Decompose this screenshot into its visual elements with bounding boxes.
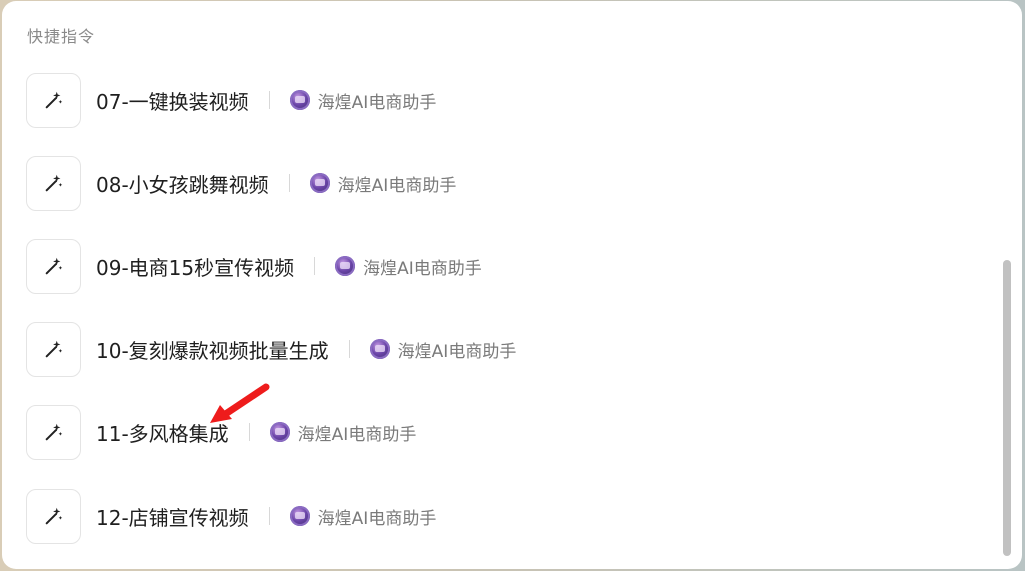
author-name: 海煌AI电商助手 [317, 508, 437, 529]
author: 海煌AI电商助手 [289, 88, 437, 113]
author-name: 海煌AI电商助手 [297, 424, 417, 445]
item-title: 10-复刻爆款视频批量生成 [96, 338, 329, 363]
section-title: 快捷指令 [27, 27, 96, 46]
magic-wand-icon [26, 155, 81, 211]
avatar [269, 422, 290, 442]
author: 海煌AI电商助手 [289, 504, 437, 529]
author: 海煌AI电商助手 [369, 337, 517, 362]
author-name: 海煌AI电商助手 [363, 258, 482, 279]
list-item[interactable]: 08-小女孩跳舞视频 海煌AI电商助手 [26, 154, 456, 212]
divider [268, 507, 270, 525]
avatar [289, 90, 310, 110]
shortcuts-panel: 快捷指令 07-一键换装视频 海煌AI电商助手 08-小女孩跳舞视频 海煌AI电… [2, 1, 1022, 569]
list-item[interactable]: 11-多风格集成 海煌AI电商助手 [26, 403, 416, 461]
item-title: 07-一键换装视频 [96, 89, 249, 114]
scrollbar[interactable] [1003, 260, 1011, 556]
avatar [369, 339, 390, 359]
item-title: 12-店铺宣传视频 [96, 505, 249, 530]
magic-wand-icon [26, 404, 81, 460]
avatar [309, 173, 330, 193]
item-title: 08-小女孩跳舞视频 [96, 172, 269, 197]
author-name: 海煌AI电商助手 [397, 341, 517, 362]
magic-wand-icon [26, 238, 81, 294]
author: 海煌AI电商助手 [309, 171, 457, 196]
author-name: 海煌AI电商助手 [317, 92, 437, 113]
magic-wand-icon [26, 488, 81, 544]
divider [268, 91, 270, 109]
divider [314, 257, 316, 275]
avatar [335, 256, 356, 276]
author: 海煌AI电商助手 [269, 420, 417, 445]
list-item[interactable]: 07-一键换装视频 海煌AI电商助手 [26, 71, 436, 129]
item-title: 11-多风格集成 [96, 421, 229, 446]
magic-wand-icon [26, 72, 81, 128]
avatar [289, 506, 310, 526]
author: 海煌AI电商助手 [335, 254, 482, 279]
list-item[interactable]: 10-复刻爆款视频批量生成 海煌AI电商助手 [26, 320, 516, 378]
author-name: 海煌AI电商助手 [337, 175, 457, 196]
list-item[interactable]: 12-店铺宣传视频 海煌AI电商助手 [26, 487, 436, 545]
divider [348, 340, 350, 358]
divider [288, 174, 290, 192]
magic-wand-icon [26, 321, 81, 377]
divider [248, 423, 250, 441]
item-title: 09-电商15秒宣传视频 [96, 255, 295, 280]
list-item[interactable]: 09-电商15秒宣传视频 海煌AI电商助手 [26, 237, 482, 295]
